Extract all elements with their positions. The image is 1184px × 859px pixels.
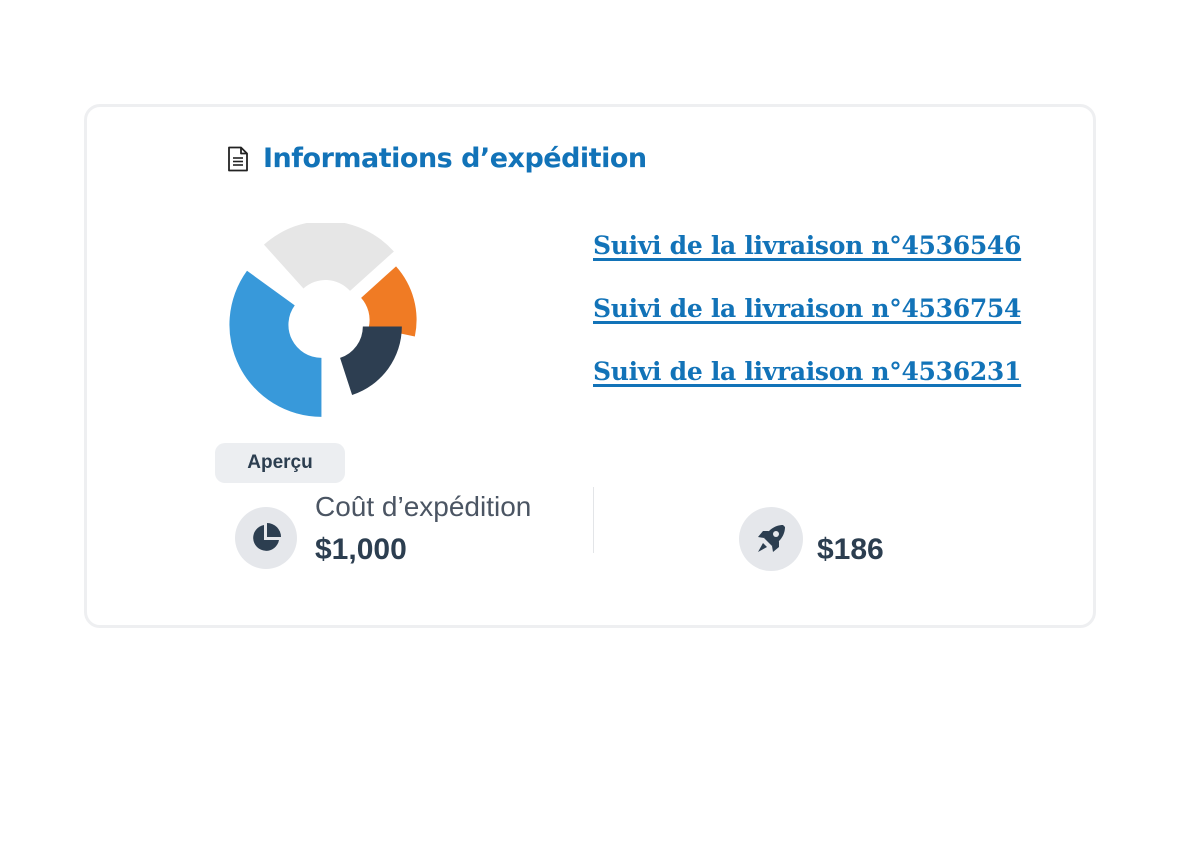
donut-slice-2 [361,266,417,337]
rocket-icon [758,525,785,552]
stat-icon-shipping [235,507,297,569]
tracking-link-1[interactable]: Suivi de la livraison n°4536546 [593,229,1021,263]
card-header: Informations d’expédition [227,143,647,174]
pie-chart-icon [253,523,281,551]
stat-value-other: $186 [817,533,884,566]
donut-slice-1 [263,223,394,291]
overview-badge[interactable]: Aperçu [215,443,345,483]
document-icon [227,146,249,172]
stats-divider [593,487,594,553]
shipping-cost-value: $1,000 [315,533,407,566]
stat-icon-other [739,507,803,571]
tracking-link-2[interactable]: Suivi de la livraison n°4536754 [593,292,1021,326]
shipping-donut-chart [229,223,417,417]
donut-slice-3 [340,326,402,396]
page-title: Informations d’expédition [263,143,647,174]
tracking-link-3[interactable]: Suivi de la livraison n°4536231 [593,355,1021,389]
shipping-info-card: Informations d’expédition Suivi de la li… [84,104,1096,628]
donut-slice-4 [229,270,322,417]
shipping-cost-label: Coût d’expédition [315,491,532,522]
tracking-links: Suivi de la livraison n°4536546 Suivi de… [593,229,1021,418]
